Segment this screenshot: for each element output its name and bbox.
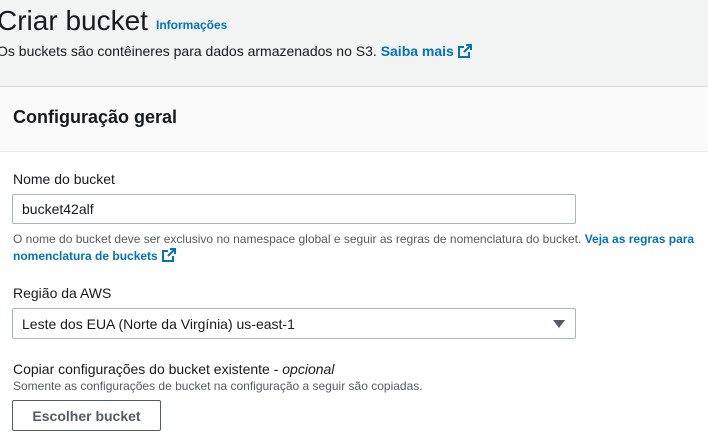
region-select[interactable]: Leste dos EUA (Norte da Virgínia) us-eas… [12,308,576,339]
learn-more-label: Saiba mais [380,43,454,59]
bucket-name-input[interactable] [12,194,576,224]
region-selected-value: Leste dos EUA (Norte da Virgínia) us-eas… [22,316,295,332]
external-link-icon [161,248,176,262]
bucket-name-hint-text: O nome do bucket deve ser exclusivo no n… [13,232,582,246]
panel-title: Configuração geral [13,107,178,127]
bucket-name-hint: O nome do bucket deve ser exclusivo no n… [13,231,703,265]
bucket-name-label: Nome do bucket [13,171,115,187]
copy-settings-label-text: Copiar configurações do bucket existente… [13,361,279,377]
caret-down-icon [553,320,565,328]
external-link-icon [457,44,472,58]
panel-header: Configuração geral [0,87,708,152]
info-link[interactable]: Informações [156,18,227,32]
copy-settings-hint: Somente as configurações de bucket na co… [13,379,423,393]
choose-bucket-button[interactable]: Escolher bucket [12,400,161,431]
optional-label: opcional [282,361,335,377]
page-title: Criar bucket [0,5,148,36]
description-text: Os buckets são contêineres para dados ar… [0,43,377,59]
learn-more-link[interactable]: Saiba mais [381,43,472,59]
page-header: Criar bucket Informações Os buckets são … [0,0,708,86]
create-bucket-page: Criar bucket Informações Os buckets são … [0,0,708,439]
region-label: Região da AWS [13,285,112,301]
copy-settings-label: Copiar configurações do bucket existente… [13,361,334,377]
general-configuration-panel: Configuração geral Nome do bucket O nome… [0,86,708,439]
page-description: Os buckets são contêineres para dados ar… [0,42,472,60]
